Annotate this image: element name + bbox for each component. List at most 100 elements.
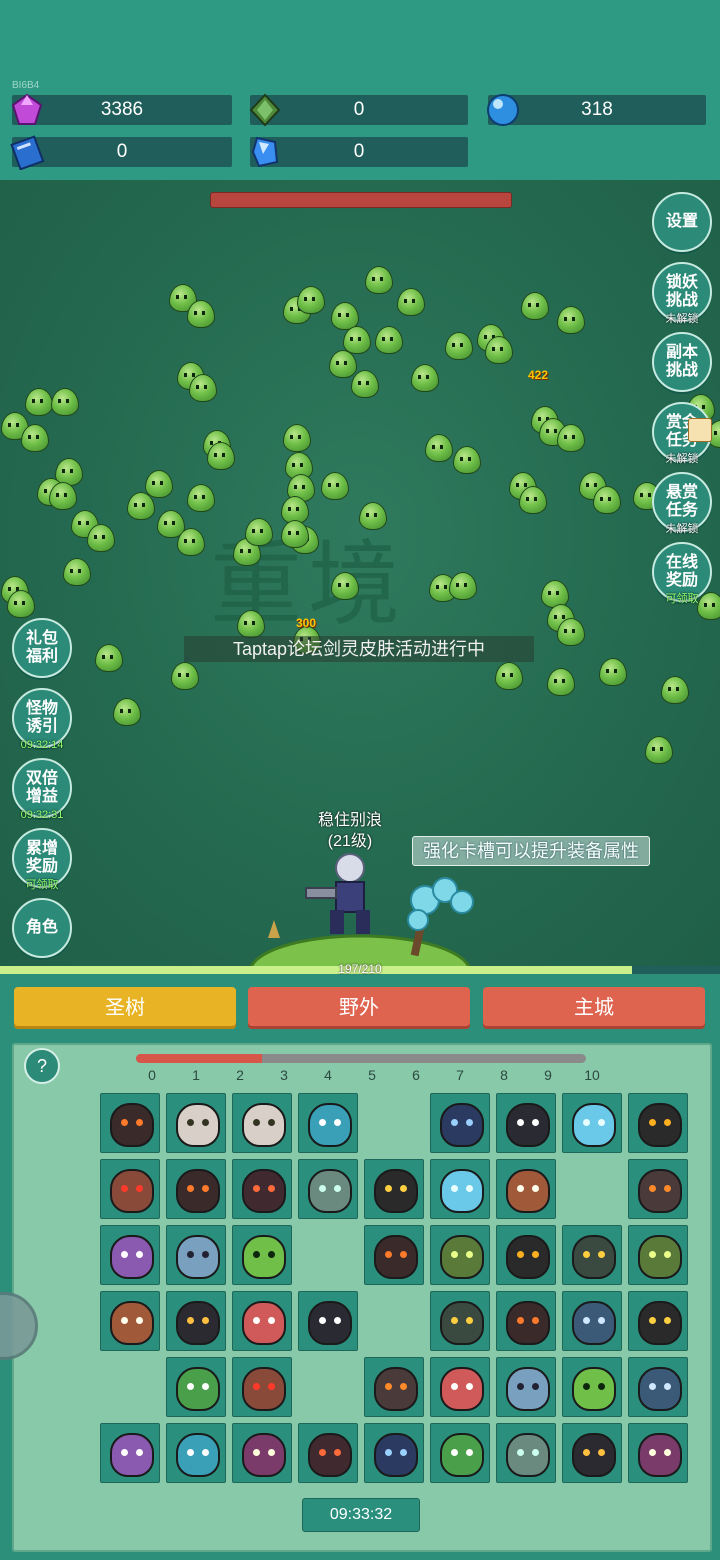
monster-slot[interactable]: [496, 1225, 556, 1285]
monster-slot[interactable]: [100, 1159, 160, 1219]
monster-slot[interactable]: [364, 1159, 424, 1219]
skull-monster-icon: [440, 1301, 484, 1345]
monster-slot[interactable]: [232, 1159, 292, 1219]
monster-slot[interactable]: [628, 1093, 688, 1153]
bug-monster-icon: [110, 1301, 154, 1345]
double-buff-label: 双倍 增益: [25, 770, 58, 805]
battle-field[interactable]: 重境 422 300 Taptap论坛剑灵皮肤活动进行中 设置 锁妖 挑战 未解锁…: [0, 180, 720, 968]
monster-slot[interactable]: [430, 1093, 490, 1153]
settings-button[interactable]: 设置: [652, 192, 712, 252]
monster-slot[interactable]: [364, 1423, 424, 1483]
monster-eye: [253, 1449, 260, 1456]
bomb-monster-icon: [506, 1103, 550, 1147]
monster-slot[interactable]: [496, 1291, 556, 1351]
monster-slot[interactable]: [100, 1423, 160, 1483]
tab-main-city[interactable]: 主城: [483, 987, 705, 1029]
monster-eye: [187, 1185, 194, 1192]
double-buff-button[interactable]: 双倍 增益 09:32:31: [12, 758, 72, 821]
monster-slot[interactable]: [562, 1225, 622, 1285]
monster-slot[interactable]: [430, 1423, 490, 1483]
monster-slot[interactable]: [232, 1225, 292, 1285]
slime-enemy: [396, 288, 425, 316]
slime-enemy: [144, 470, 173, 498]
monster-slot[interactable]: [298, 1291, 358, 1351]
gift-button[interactable]: 礼包 福利: [12, 618, 72, 678]
monster-eye: [532, 1251, 539, 1258]
slime-enemy: [86, 524, 115, 552]
monster-slot[interactable]: [100, 1225, 160, 1285]
tab-wild[interactable]: 野外: [248, 987, 470, 1029]
monster-slot[interactable]: [628, 1357, 688, 1417]
monster-slot[interactable]: [166, 1159, 226, 1219]
monster-lure-button[interactable]: 怪物 诱引 09:32:14: [12, 688, 72, 751]
monster-slot[interactable]: [298, 1093, 358, 1153]
monster-slot[interactable]: [166, 1225, 226, 1285]
help-button[interactable]: ?: [24, 1048, 60, 1084]
gem-counter[interactable]: 3386: [11, 93, 232, 125]
level-tick: 9: [544, 1067, 552, 1083]
bounty-reward-button[interactable]: 悬赏 任务 未解锁: [652, 472, 712, 535]
monster-eye: [466, 1185, 473, 1192]
monster-eye: [121, 1251, 128, 1258]
monster-slot[interactable]: [430, 1357, 490, 1417]
monster-slot[interactable]: [364, 1225, 424, 1285]
orb-counter[interactable]: 318: [487, 94, 706, 126]
monster-eye: [202, 1251, 209, 1258]
monster-slot[interactable]: [298, 1159, 358, 1219]
monster-slot[interactable]: [100, 1093, 160, 1153]
monster-slot[interactable]: [562, 1291, 622, 1351]
monster-slot[interactable]: [628, 1159, 688, 1219]
monster-slot[interactable]: [232, 1291, 292, 1351]
dungeon-button[interactable]: 副本 挑战: [652, 332, 712, 392]
monster-slot[interactable]: [628, 1291, 688, 1351]
accum-reward-button[interactable]: 累增 奖励 可领取: [12, 828, 72, 891]
monster-slot[interactable]: [496, 1159, 556, 1219]
monster-slot[interactable]: [562, 1093, 622, 1153]
monster-slot[interactable]: [298, 1423, 358, 1483]
monster-eye: [517, 1119, 524, 1126]
monster-slot[interactable]: [100, 1291, 160, 1351]
role-button[interactable]: 角色: [12, 898, 72, 958]
online-reward-button[interactable]: 在线 奖励 可领取: [652, 542, 712, 605]
monster-eye: [466, 1449, 473, 1456]
green-stone-counter[interactable]: 0: [249, 93, 468, 127]
jelly-monster-icon: [308, 1169, 352, 1213]
monster-slot[interactable]: [166, 1291, 226, 1351]
book-counter[interactable]: 0: [10, 135, 232, 170]
skull-monster-icon: [572, 1235, 616, 1279]
green-stone-value: 0: [353, 99, 365, 120]
monster-slot[interactable]: [430, 1225, 490, 1285]
monster-slot[interactable]: [232, 1357, 292, 1417]
monster-slot[interactable]: [562, 1423, 622, 1483]
monster-slot[interactable]: [628, 1423, 688, 1483]
bat-monster-icon: [110, 1235, 154, 1279]
tab-holy-tree[interactable]: 圣树: [14, 987, 236, 1029]
scroll-icon[interactable]: [688, 418, 712, 442]
monster-slot[interactable]: [166, 1357, 226, 1417]
monster-slot[interactable]: [496, 1423, 556, 1483]
monster-slot[interactable]: [496, 1357, 556, 1417]
monster-slot[interactable]: [430, 1159, 490, 1219]
monster-eye: [187, 1383, 194, 1390]
monster-slot[interactable]: [232, 1423, 292, 1483]
monster-eye: [385, 1449, 392, 1456]
lock-demon-button[interactable]: 锁妖 挑战 未解锁: [652, 262, 712, 325]
monster-slot[interactable]: [364, 1357, 424, 1417]
spider-monster-icon: [506, 1235, 550, 1279]
monster-eye: [136, 1317, 143, 1324]
slime-enemy: [448, 572, 477, 600]
monster-slot[interactable]: [232, 1093, 292, 1153]
announcement-banner: Taptap论坛剑灵皮肤活动进行中: [184, 636, 534, 662]
monster-slot[interactable]: [628, 1225, 688, 1285]
spider-monster-icon: [638, 1103, 682, 1147]
monster-slot[interactable]: [166, 1423, 226, 1483]
crystal-counter[interactable]: 0: [250, 136, 468, 168]
monster-slot[interactable]: [562, 1357, 622, 1417]
monster-slot[interactable]: [166, 1093, 226, 1153]
monster-slot[interactable]: [496, 1093, 556, 1153]
wolf-monster-icon: [638, 1367, 682, 1411]
lava-monster-icon: [176, 1169, 220, 1213]
slime-enemy: [236, 610, 265, 638]
monster-slot[interactable]: [430, 1291, 490, 1351]
monster-eye: [268, 1119, 275, 1126]
